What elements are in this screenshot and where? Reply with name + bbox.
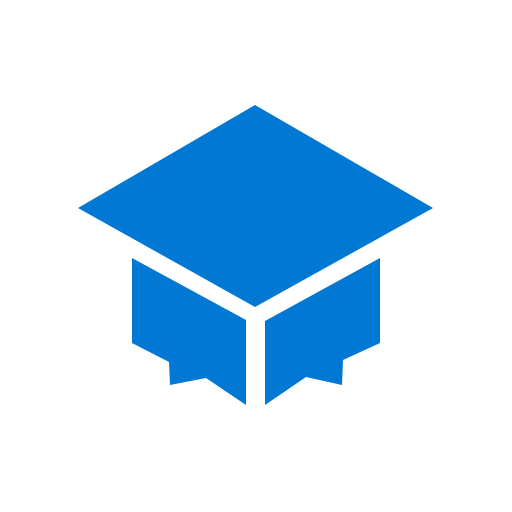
app-icon-canvas	[0, 0, 512, 512]
graduation-cap-icon	[78, 105, 433, 405]
